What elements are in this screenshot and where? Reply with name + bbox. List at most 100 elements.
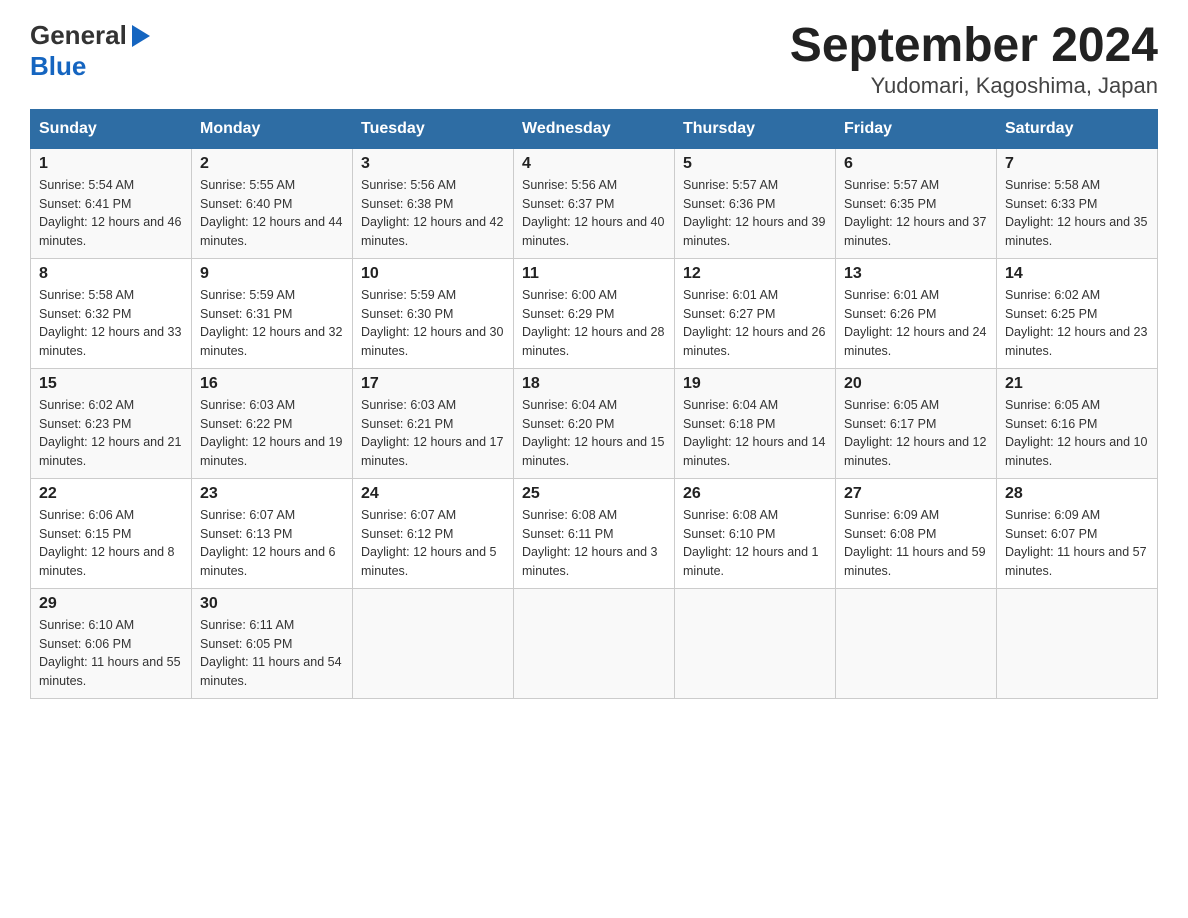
calendar-day-cell: 12 Sunrise: 6:01 AMSunset: 6:27 PMDayligh… [675,258,836,368]
page-header: General Blue September 2024 Yudomari, Ka… [30,20,1158,99]
calendar-day-cell: 5 Sunrise: 5:57 AMSunset: 6:36 PMDaylight… [675,148,836,258]
day-info: Sunrise: 6:00 AMSunset: 6:29 PMDaylight:… [522,286,666,361]
calendar-day-cell [997,588,1158,698]
day-info: Sunrise: 5:59 AMSunset: 6:31 PMDaylight:… [200,286,344,361]
header-sunday: Sunday [31,109,192,148]
header-wednesday: Wednesday [514,109,675,148]
day-info: Sunrise: 6:07 AMSunset: 6:13 PMDaylight:… [200,506,344,581]
day-info: Sunrise: 5:54 AMSunset: 6:41 PMDaylight:… [39,176,183,251]
day-number: 3 [361,155,505,173]
calendar-day-cell: 20 Sunrise: 6:05 AMSunset: 6:17 PMDayligh… [836,368,997,478]
day-info: Sunrise: 6:01 AMSunset: 6:27 PMDaylight:… [683,286,827,361]
day-info: Sunrise: 6:05 AMSunset: 6:17 PMDaylight:… [844,396,988,471]
calendar-week-row: 8 Sunrise: 5:58 AMSunset: 6:32 PMDaylight… [31,258,1158,368]
calendar-week-row: 22 Sunrise: 6:06 AMSunset: 6:15 PMDayligh… [31,478,1158,588]
day-info: Sunrise: 5:58 AMSunset: 6:32 PMDaylight:… [39,286,183,361]
header-thursday: Thursday [675,109,836,148]
day-info: Sunrise: 6:02 AMSunset: 6:25 PMDaylight:… [1005,286,1149,361]
calendar-day-cell: 15 Sunrise: 6:02 AMSunset: 6:23 PMDayligh… [31,368,192,478]
day-number: 23 [200,485,344,503]
day-number: 4 [522,155,666,173]
day-number: 14 [1005,265,1149,283]
logo-blue: Blue [30,51,86,81]
calendar-day-cell: 6Sunrise: 5:57 AMSunset: 6:35 PMDaylight… [836,148,997,258]
day-number: 12 [683,265,827,283]
header-friday: Friday [836,109,997,148]
day-info: Sunrise: 6:03 AMSunset: 6:22 PMDaylight:… [200,396,344,471]
calendar-week-row: 15 Sunrise: 6:02 AMSunset: 6:23 PMDayligh… [31,368,1158,478]
day-number: 9 [200,265,344,283]
header-saturday: Saturday [997,109,1158,148]
calendar-day-cell: 16Sunrise: 6:03 AMSunset: 6:22 PMDayligh… [192,368,353,478]
calendar-day-cell: 24 Sunrise: 6:07 AMSunset: 6:12 PMDayligh… [353,478,514,588]
day-number: 25 [522,485,666,503]
day-info: Sunrise: 6:05 AMSunset: 6:16 PMDaylight:… [1005,396,1149,471]
day-number: 29 [39,595,183,613]
calendar-day-cell: 2 Sunrise: 5:55 AMSunset: 6:40 PMDaylight… [192,148,353,258]
day-number: 21 [1005,375,1149,393]
header-tuesday: Tuesday [353,109,514,148]
day-number: 24 [361,485,505,503]
calendar-day-cell: 1 Sunrise: 5:54 AMSunset: 6:41 PMDaylight… [31,148,192,258]
day-number: 17 [361,375,505,393]
day-info: Sunrise: 5:59 AMSunset: 6:30 PMDaylight:… [361,286,505,361]
day-number: 7 [1005,155,1149,173]
calendar-day-cell: 3 Sunrise: 5:56 AMSunset: 6:38 PMDaylight… [353,148,514,258]
day-number: 28 [1005,485,1149,503]
calendar-day-cell [675,588,836,698]
day-number: 19 [683,375,827,393]
header-monday: Monday [192,109,353,148]
day-number: 18 [522,375,666,393]
calendar-week-row: 29 Sunrise: 6:10 AMSunset: 6:06 PMDayligh… [31,588,1158,698]
day-number: 15 [39,375,183,393]
calendar-day-cell: 19 Sunrise: 6:04 AMSunset: 6:18 PMDayligh… [675,368,836,478]
day-number: 20 [844,375,988,393]
calendar-day-cell: 18Sunrise: 6:04 AMSunset: 6:20 PMDayligh… [514,368,675,478]
day-info: Sunrise: 5:56 AMSunset: 6:38 PMDaylight:… [361,176,505,251]
calendar-day-cell: 13Sunrise: 6:01 AMSunset: 6:26 PMDayligh… [836,258,997,368]
day-info: Sunrise: 6:10 AMSunset: 6:06 PMDaylight:… [39,616,183,691]
day-number: 26 [683,485,827,503]
day-info: Sunrise: 6:04 AMSunset: 6:18 PMDaylight:… [683,396,827,471]
day-number: 30 [200,595,344,613]
calendar-day-cell [353,588,514,698]
calendar-day-cell: 17Sunrise: 6:03 AMSunset: 6:21 PMDayligh… [353,368,514,478]
calendar-day-cell: 10 Sunrise: 5:59 AMSunset: 6:30 PMDayligh… [353,258,514,368]
calendar-day-cell: 21 Sunrise: 6:05 AMSunset: 6:16 PMDayligh… [997,368,1158,478]
day-info: Sunrise: 6:07 AMSunset: 6:12 PMDaylight:… [361,506,505,581]
day-number: 13 [844,265,988,283]
day-number: 2 [200,155,344,173]
day-info: Sunrise: 6:08 AMSunset: 6:10 PMDaylight:… [683,506,827,581]
calendar-day-cell: 25 Sunrise: 6:08 AMSunset: 6:11 PMDayligh… [514,478,675,588]
calendar-day-cell: 23 Sunrise: 6:07 AMSunset: 6:13 PMDayligh… [192,478,353,588]
day-info: Sunrise: 5:58 AMSunset: 6:33 PMDaylight:… [1005,176,1149,251]
calendar-day-cell: 29 Sunrise: 6:10 AMSunset: 6:06 PMDayligh… [31,588,192,698]
day-info: Sunrise: 6:11 AMSunset: 6:05 PMDaylight:… [200,616,344,691]
calendar-day-cell: 26 Sunrise: 6:08 AMSunset: 6:10 PMDayligh… [675,478,836,588]
day-info: Sunrise: 6:09 AMSunset: 6:08 PMDaylight:… [844,506,988,581]
calendar-day-cell: 4 Sunrise: 5:56 AMSunset: 6:37 PMDaylight… [514,148,675,258]
day-number: 1 [39,155,183,173]
calendar-week-row: 1 Sunrise: 5:54 AMSunset: 6:41 PMDaylight… [31,148,1158,258]
calendar-day-cell: 27Sunrise: 6:09 AMSunset: 6:08 PMDayligh… [836,478,997,588]
title-block: September 2024 Yudomari, Kagoshima, Japa… [790,20,1158,99]
calendar-day-cell [836,588,997,698]
day-info: Sunrise: 6:06 AMSunset: 6:15 PMDaylight:… [39,506,183,581]
day-number: 5 [683,155,827,173]
day-number: 8 [39,265,183,283]
day-number: 22 [39,485,183,503]
calendar-subtitle: Yudomari, Kagoshima, Japan [790,73,1158,99]
day-info: Sunrise: 6:02 AMSunset: 6:23 PMDaylight:… [39,396,183,471]
day-info: Sunrise: 5:55 AMSunset: 6:40 PMDaylight:… [200,176,344,251]
calendar-table: Sunday Monday Tuesday Wednesday Thursday… [30,109,1158,699]
day-number: 10 [361,265,505,283]
calendar-day-cell [514,588,675,698]
calendar-day-cell: 14 Sunrise: 6:02 AMSunset: 6:25 PMDayligh… [997,258,1158,368]
calendar-day-cell: 8 Sunrise: 5:58 AMSunset: 6:32 PMDaylight… [31,258,192,368]
day-info: Sunrise: 5:57 AMSunset: 6:36 PMDaylight:… [683,176,827,251]
day-info: Sunrise: 6:08 AMSunset: 6:11 PMDaylight:… [522,506,666,581]
day-number: 11 [522,265,666,283]
day-info: Sunrise: 6:09 AMSunset: 6:07 PMDaylight:… [1005,506,1149,581]
day-info: Sunrise: 5:56 AMSunset: 6:37 PMDaylight:… [522,176,666,251]
calendar-day-cell: 7 Sunrise: 5:58 AMSunset: 6:33 PMDaylight… [997,148,1158,258]
